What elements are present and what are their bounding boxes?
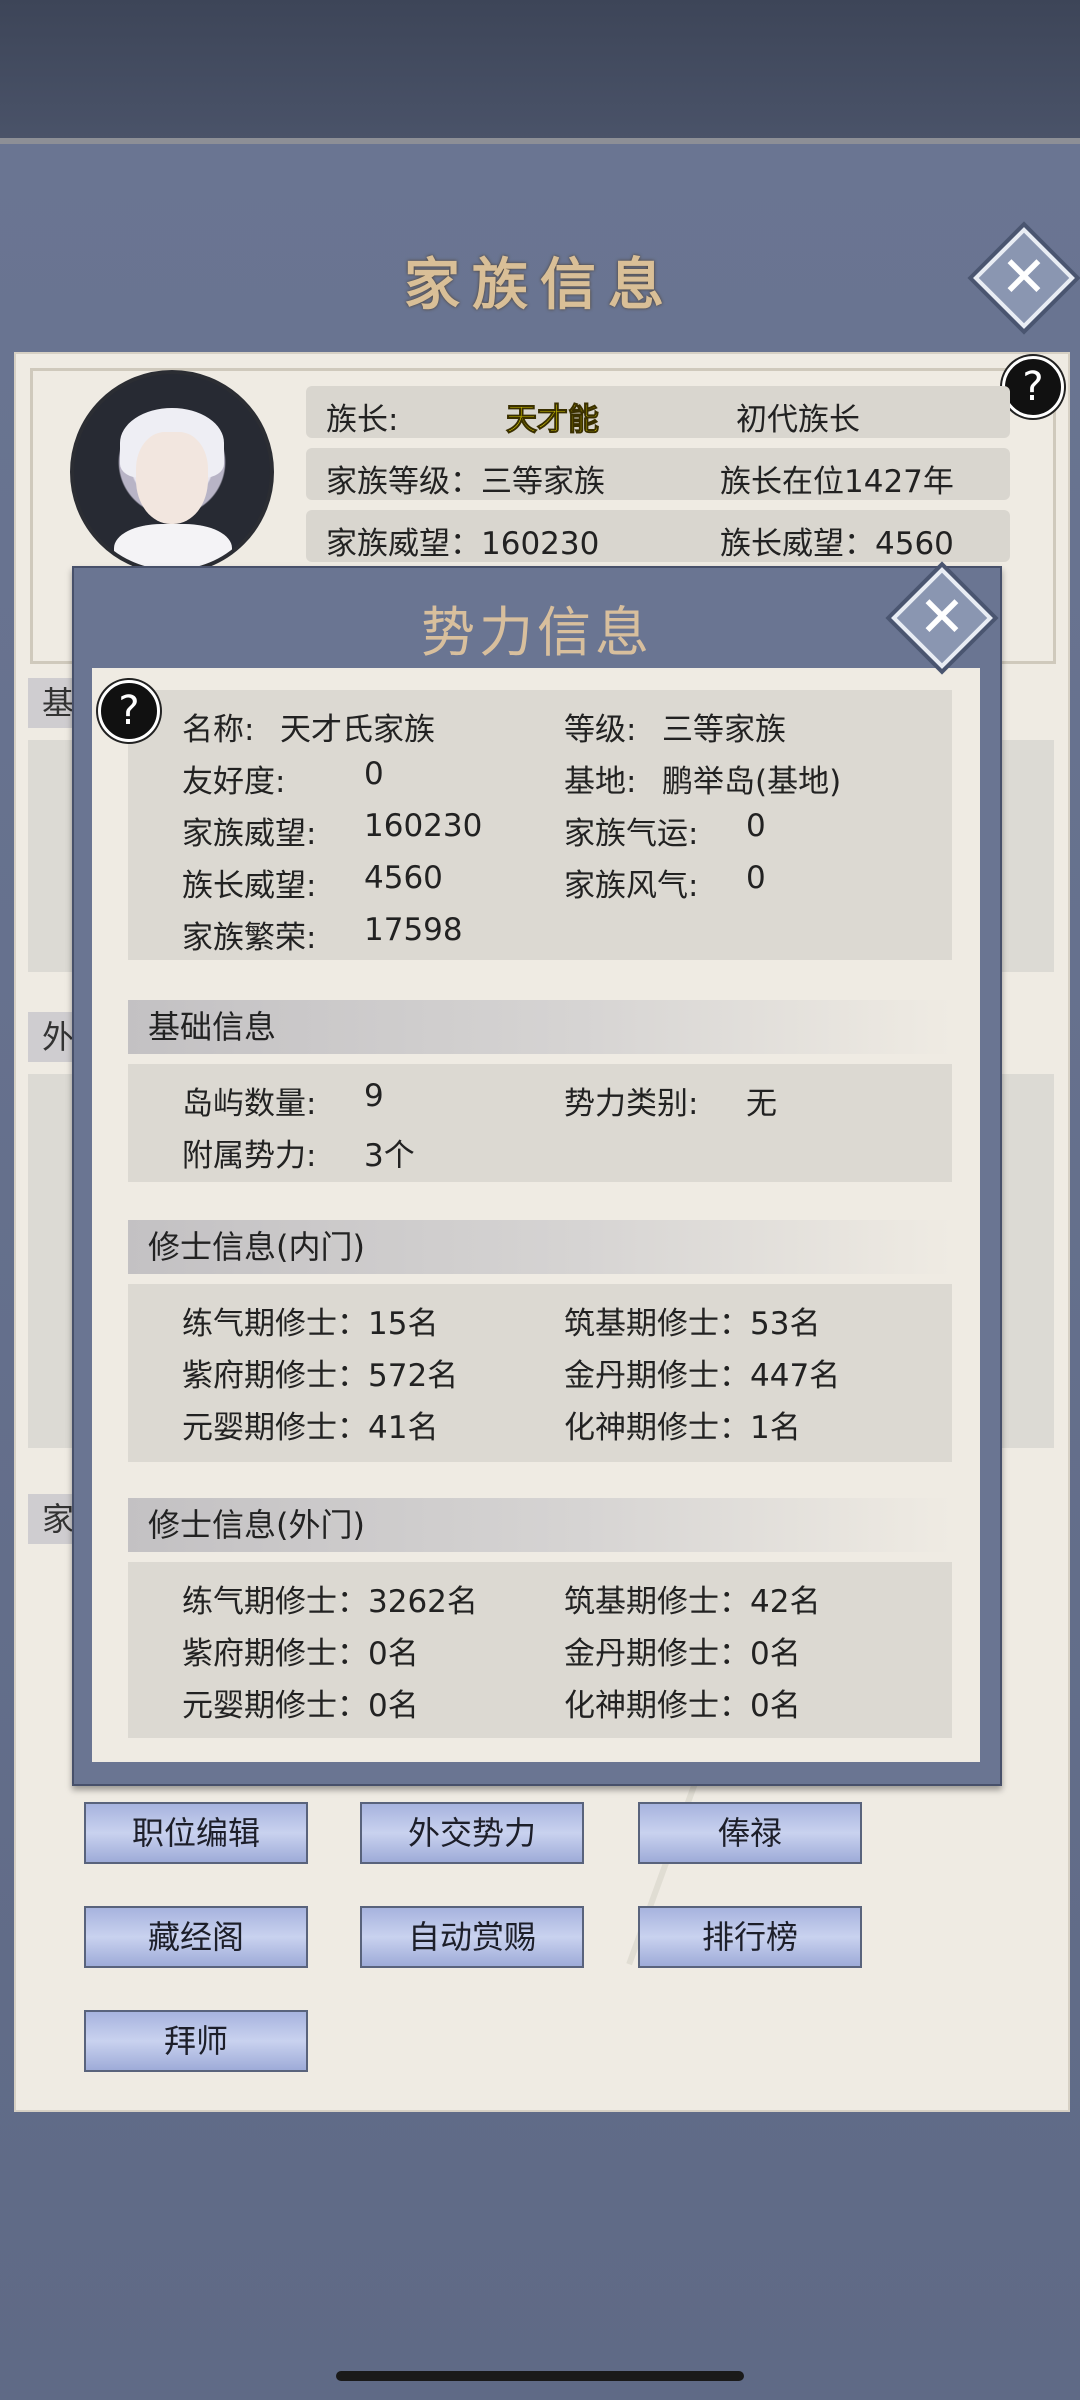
leader-prestige-label: 族长威望:: [182, 868, 317, 904]
islands-label: 岛屿数量:: [182, 1086, 317, 1122]
base-value: 鹏举岛(基地): [662, 764, 842, 800]
salary-button[interactable]: 俸禄: [638, 1802, 862, 1864]
inner-yuanying: 元婴期修士：41名: [182, 1410, 439, 1446]
status-bar-area: [0, 0, 1080, 140]
auto-reward-button[interactable]: 自动赏赐: [360, 1906, 584, 1968]
outer-zifu: 紫府期修士：0名: [182, 1636, 419, 1672]
fortune-label: 家族气运:: [564, 816, 699, 852]
basic-info-group: 岛屿数量: 9 势力类别: 无 附属势力: 3个: [128, 1064, 952, 1182]
prestige-value: 160230: [364, 808, 483, 844]
overview-group: 名称: 天才氏家族 等级: 三等家族 友好度: 0 基地: 鹏举岛(基地) 家族…: [128, 690, 952, 960]
library-button[interactable]: 藏经阁: [84, 1906, 308, 1968]
faction-info-modal: 势力信息 名称: 天才氏家族 等级: 三等家族 友好度: 0 基地: 鹏举岛(基…: [72, 566, 1002, 1786]
leader-avatar[interactable]: [70, 370, 274, 574]
name-value: 天才氏家族: [280, 712, 435, 748]
leader-tenure: 族长在位1427年: [720, 464, 954, 500]
outer-disciples-group: 练气期修士：3262名 筑基期修士：42名 紫府期修士：0名 金丹期修士：0名 …: [128, 1562, 952, 1738]
inner-foundation: 筑基期修士：53名: [564, 1306, 821, 1342]
position-edit-button[interactable]: 职位编辑: [84, 1802, 308, 1864]
help-icon: ?: [118, 688, 140, 734]
outer-qi: 练气期修士：3262名: [182, 1584, 478, 1620]
prestige-row: 家族威望：160230 族长威望：4560: [306, 510, 1010, 562]
help-button[interactable]: ?: [1002, 356, 1064, 418]
diplomacy-button[interactable]: 外交势力: [360, 1802, 584, 1864]
leader-prestige-value: 4560: [364, 860, 443, 896]
inner-disciples-group: 练气期修士：15名 筑基期修士：53名 紫府期修士：572名 金丹期修士：447…: [128, 1284, 952, 1462]
type-value: 无: [746, 1086, 777, 1122]
inner-qi: 练气期修士：15名: [182, 1306, 439, 1342]
ethos-label: 家族风气:: [564, 868, 699, 904]
help-icon: ?: [1022, 364, 1044, 410]
leader-title: 初代族长: [736, 402, 860, 438]
modal-help-button[interactable]: ?: [98, 680, 160, 742]
modal-title: 势力信息: [421, 601, 653, 664]
ranking-button[interactable]: 排行榜: [638, 1906, 862, 1968]
prosperity-value: 17598: [364, 912, 463, 948]
prosperity-label: 家族繁荣:: [182, 920, 317, 956]
inner-huashen: 化神期修士：1名: [564, 1410, 801, 1446]
apprentice-button[interactable]: 拜师: [84, 2010, 308, 2072]
page-title: 家族信息: [404, 252, 676, 318]
family-prestige: 家族威望：160230: [326, 526, 600, 562]
friendship-label: 友好度:: [182, 764, 286, 800]
prestige-label: 家族威望:: [182, 816, 317, 852]
outer-yuanying: 元婴期修士：0名: [182, 1688, 419, 1724]
outer-huashen: 化神期修士：0名: [564, 1688, 801, 1724]
basic-info-header: 基础信息: [128, 1000, 952, 1054]
inner-disciples-header: 修士信息(内门): [128, 1220, 952, 1274]
islands-value: 9: [364, 1078, 384, 1114]
outer-foundation: 筑基期修士：42名: [564, 1584, 821, 1620]
outer-jindan: 金丹期修士：0名: [564, 1636, 801, 1672]
family-level: 家族等级：三等家族: [326, 464, 605, 500]
leader-row: 族长: 天才能 初代族长: [306, 386, 1010, 439]
leader-prestige: 族长威望：4560: [720, 526, 954, 562]
close-icon: ✕: [918, 585, 966, 650]
friendship-value: 0: [364, 756, 384, 792]
level-value: 三等家族: [662, 712, 786, 748]
home-indicator[interactable]: [336, 2371, 744, 2381]
level-label: 等级:: [564, 712, 637, 748]
inner-zifu: 紫府期修士：572名: [182, 1358, 459, 1394]
affiliates-value: 3个: [364, 1138, 415, 1174]
fortune-value: 0: [746, 808, 766, 844]
close-icon: ✕: [1000, 245, 1048, 310]
name-label: 名称:: [182, 712, 255, 748]
inner-jindan: 金丹期修士：447名: [564, 1358, 841, 1394]
affiliates-label: 附属势力:: [182, 1138, 317, 1174]
leader-name[interactable]: 天才能: [506, 394, 600, 439]
leader-label: 族长:: [326, 402, 399, 438]
modal-content: 名称: 天才氏家族 等级: 三等家族 友好度: 0 基地: 鹏举岛(基地) 家族…: [92, 668, 980, 1762]
type-label: 势力类别:: [564, 1086, 699, 1122]
base-label: 基地:: [564, 764, 637, 800]
ethos-value: 0: [746, 860, 766, 896]
level-row: 家族等级：三等家族 族长在位1427年: [306, 448, 1010, 500]
outer-disciples-header: 修士信息(外门): [128, 1498, 952, 1552]
